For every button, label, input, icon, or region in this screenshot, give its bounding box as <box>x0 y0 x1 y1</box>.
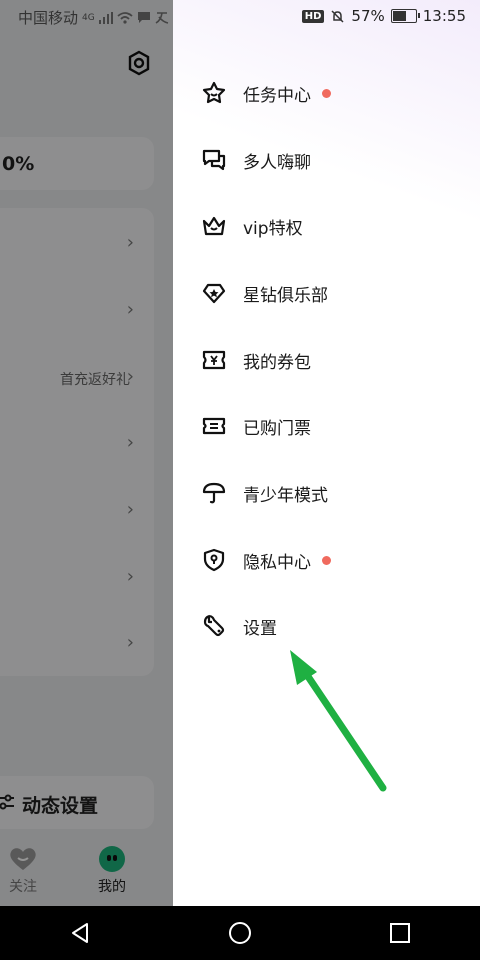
status-right: HD 57% 13:55 <box>301 7 466 25</box>
menu-item-purchased-tickets[interactable]: 已购门票 <box>201 406 461 446</box>
mute-bell-icon <box>331 9 344 23</box>
battery-icon <box>390 9 420 23</box>
dim-overlay[interactable] <box>0 0 173 906</box>
menu-label: 隐私中心 <box>243 552 311 573</box>
message-icon <box>137 12 150 23</box>
system-nav-bar <box>0 906 480 960</box>
battery-percent: 57% <box>351 7 385 25</box>
menu-item-star-diamond-club[interactable]: 星钻俱乐部 <box>201 273 461 313</box>
notification-dot <box>322 555 331 565</box>
back-triangle-icon <box>72 923 88 943</box>
chat-bubbles-icon <box>201 147 227 173</box>
menu-label: vip特权 <box>243 218 303 239</box>
menu-label: 多人嗨聊 <box>243 152 311 173</box>
diamond-icon <box>201 280 227 306</box>
menu-label: 任务中心 <box>243 85 311 106</box>
crown-icon <box>201 213 227 239</box>
menu-item-privacy-center[interactable]: 隐私中心 <box>201 540 461 580</box>
status-left: 中国移动 4G <box>18 7 169 28</box>
wifi-icon <box>117 11 133 24</box>
nav-home-button[interactable] <box>210 906 270 960</box>
menu-item-teen-mode[interactable]: 青少年模式 <box>201 473 461 513</box>
menu-label: 青少年模式 <box>243 485 328 506</box>
recents-square-icon <box>390 923 410 943</box>
status-bar: 中国移动 4G HD 57% 13:55 <box>0 0 480 34</box>
network-label: 4G <box>82 12 95 23</box>
carrier-label: 中国移动 <box>18 9 79 27</box>
nav-recents-button[interactable] <box>370 906 430 960</box>
menu-item-task-center[interactable]: 任务中心 <box>201 73 461 113</box>
side-drawer: 任务中心 多人嗨聊 vip特权 星钻俱乐部 我的券包 已购门票 青少年模式 隐私… <box>173 0 480 906</box>
hd-badge: HD <box>301 9 325 23</box>
menu-label: 设置 <box>243 618 277 639</box>
umbrella-icon <box>201 480 227 506</box>
notification-dot <box>322 88 331 98</box>
menu-label: 星钻俱乐部 <box>243 285 328 306</box>
nav-back-button[interactable] <box>50 906 110 960</box>
menu-item-coupons[interactable]: 我的券包 <box>201 340 461 380</box>
menu-label: 已购门票 <box>243 418 311 439</box>
menu-item-vip[interactable]: vip特权 <box>201 206 461 246</box>
menu-label: 我的券包 <box>243 352 311 373</box>
signal-icon <box>98 11 113 24</box>
star-badge-icon <box>201 80 227 106</box>
coupon-icon <box>201 347 227 373</box>
menu-item-group-chat[interactable]: 多人嗨聊 <box>201 140 461 180</box>
wrench-icon <box>201 613 227 639</box>
translate-icon <box>155 12 168 24</box>
ticket-icon <box>201 413 227 439</box>
clock: 13:55 <box>422 7 466 25</box>
shield-icon <box>201 547 227 573</box>
menu-item-settings[interactable]: 设置 <box>201 606 461 646</box>
home-circle-icon <box>229 922 251 944</box>
